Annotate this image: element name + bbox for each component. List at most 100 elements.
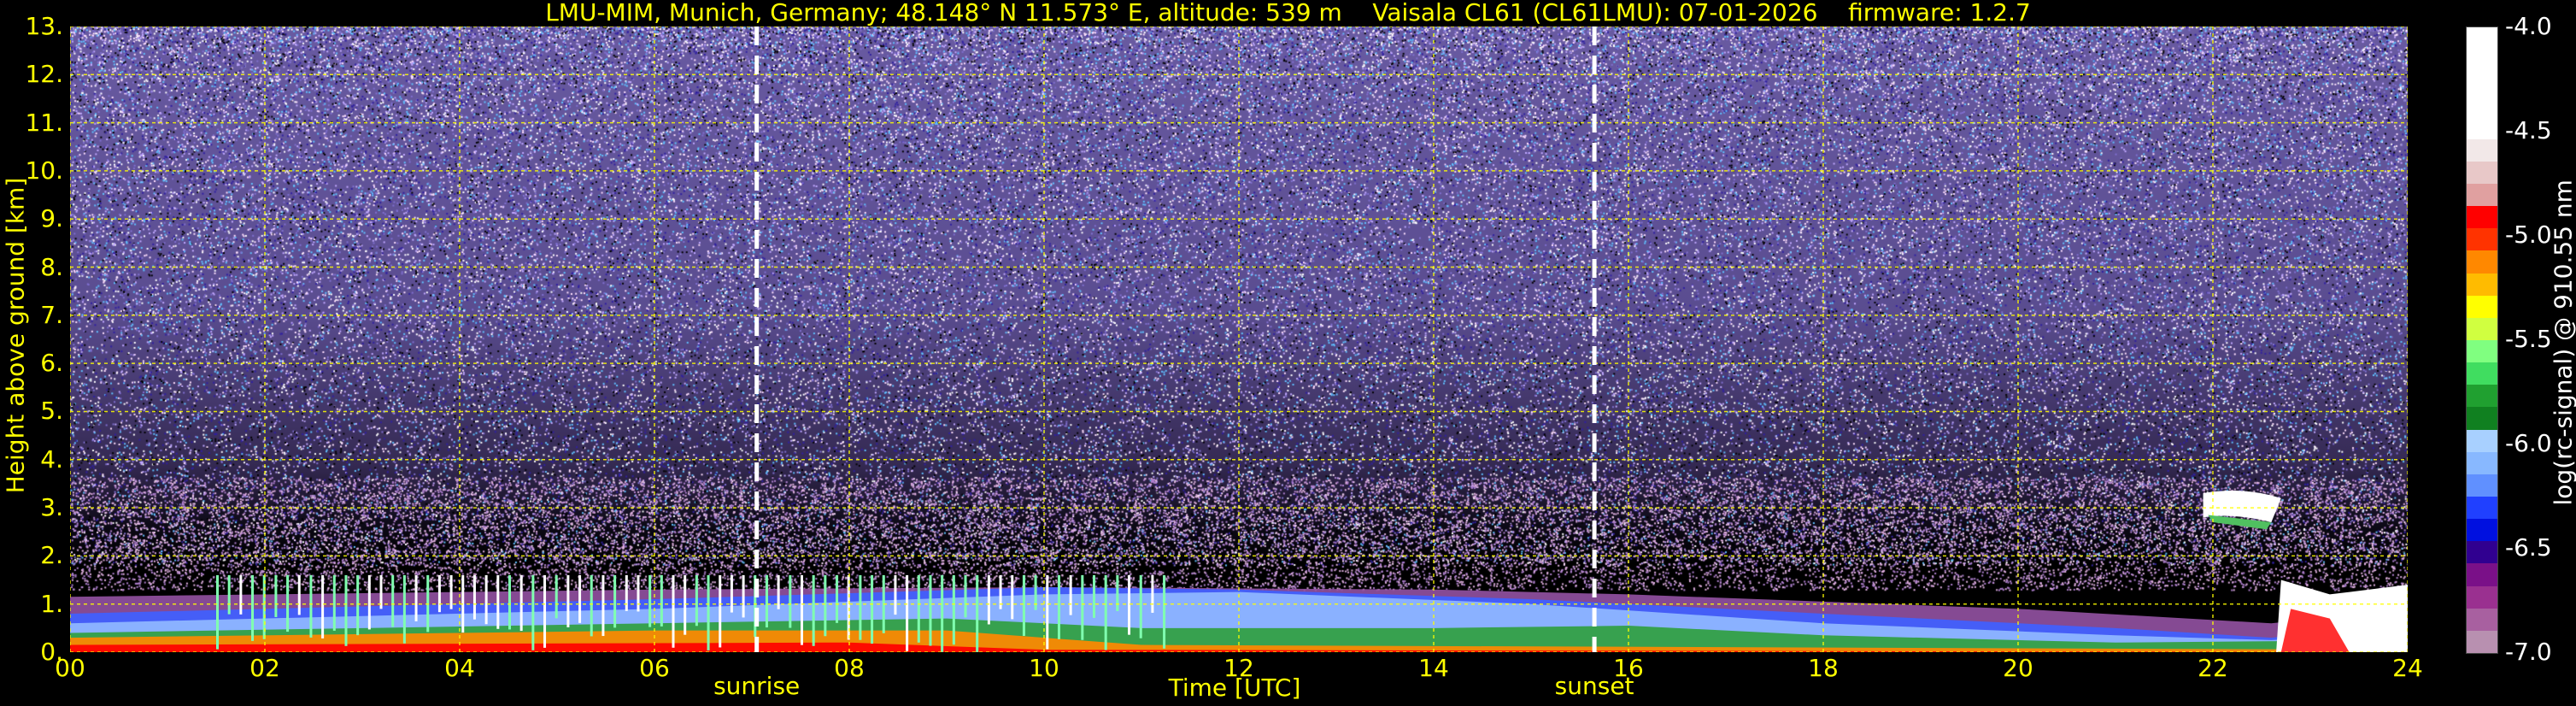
cloud-streak: [660, 574, 663, 627]
colorbar-segment: [2467, 474, 2497, 497]
cloud-streak: [952, 574, 955, 645]
cloud-streak: [484, 574, 488, 625]
cloud-streak: [929, 574, 932, 646]
y-tick-label: 11.: [25, 108, 63, 137]
y-tick-label: 7.: [40, 300, 63, 329]
colorbar-segment: [2467, 451, 2497, 474]
cloud-streak: [613, 574, 617, 628]
colorbar-tick-label: -6.5: [2505, 533, 2552, 562]
cloud-streak: [519, 574, 523, 632]
y-tick-label: 1.: [40, 589, 63, 618]
cloud-streak: [707, 574, 710, 650]
cloud-streak: [274, 574, 278, 617]
cloud-streak: [566, 574, 570, 627]
cloud-streak: [449, 574, 453, 609]
cloud-streak: [344, 574, 348, 646]
colorbar-segment: [2467, 72, 2497, 95]
cloud-streak: [801, 574, 803, 645]
colorbar-tick-label: -6.0: [2505, 429, 2552, 457]
colorbar-segment: [2467, 27, 2497, 50]
cloud-streak: [239, 574, 243, 615]
colorbar-segment: [2467, 385, 2497, 408]
cloud-streak: [730, 574, 733, 613]
cloud-streak: [1081, 574, 1084, 640]
cloud-streak: [789, 574, 792, 628]
y-tick-label: 10.: [25, 156, 63, 185]
cloud-streak: [777, 574, 780, 609]
cloud-streak: [672, 574, 675, 648]
x-tick-label: 04: [444, 654, 475, 682]
cloud-streak: [824, 574, 827, 637]
cloud-streak: [402, 574, 406, 644]
cloud-streak: [1069, 574, 1072, 615]
cloud-streak: [906, 574, 909, 651]
cloud-streak: [496, 574, 500, 629]
cloud-streak: [297, 574, 301, 615]
x-tick-label: 08: [834, 654, 865, 682]
cloud-streak: [1022, 574, 1025, 636]
x-tick-label: 02: [249, 654, 280, 682]
cloud-streak: [1104, 574, 1107, 650]
colorbar-segment: [2467, 250, 2497, 274]
cloud-streak: [1093, 574, 1095, 618]
colorbar-segment: [2467, 206, 2497, 229]
colorbar-tick-label: -4.5: [2505, 116, 2552, 144]
cloud-streak: [742, 574, 745, 618]
cloud-streak: [765, 574, 768, 628]
cloud-streak: [987, 574, 990, 625]
colorbar-tick-label: -7.0: [2505, 638, 2552, 666]
cloud-streak: [414, 574, 418, 621]
colorbar: [2466, 26, 2498, 654]
y-tick-label: 2.: [40, 541, 63, 570]
colorbar-label: log(rc-signal) @ 910.55 nm: [2549, 179, 2576, 506]
sunset-label: sunset: [1554, 672, 1634, 700]
colorbar-segment: [2467, 317, 2497, 340]
cloud-streak: [472, 574, 476, 620]
chart-svg: [70, 26, 2408, 652]
colorbar-segment: [2467, 295, 2497, 318]
cloud-streak: [1057, 574, 1060, 639]
cloud-streak: [695, 574, 698, 627]
cloud-streak: [684, 574, 687, 635]
cloud-streak: [871, 574, 874, 644]
x-tick-label: 20: [2003, 654, 2033, 682]
cloud-streak: [332, 574, 336, 631]
colorbar-segment: [2467, 161, 2497, 184]
cloud-streak: [601, 574, 605, 637]
cloud-streak: [1116, 574, 1119, 611]
cloud-streak: [367, 574, 371, 630]
cloud-streak: [648, 574, 652, 627]
cloud-streak: [1046, 574, 1049, 650]
cloud-streak: [941, 574, 944, 652]
x-tick-label: 18: [1808, 654, 1839, 682]
colorbar-tick-label: -4.0: [2505, 12, 2552, 40]
cloud-streak: [637, 574, 640, 612]
x-tick-label: 14: [1418, 654, 1449, 682]
cloud-streak: [894, 574, 897, 615]
colorbar-segment: [2467, 541, 2497, 564]
cloud-streak: [543, 574, 547, 648]
colorbar-segment: [2467, 273, 2497, 296]
colorbar-segment: [2467, 407, 2497, 430]
cloud-streak: [1034, 574, 1037, 610]
cloud-streak: [976, 574, 979, 652]
cloud-streak: [286, 574, 290, 632]
cloud-streak: [917, 574, 920, 643]
cloud-streak: [309, 574, 313, 638]
chart-title: LMU-MIM, Munich, Germany; 48.148° N 11.5…: [545, 0, 2031, 26]
colorbar-segment: [2467, 519, 2497, 542]
cloud-streak: [836, 574, 839, 623]
colorbar-segment: [2467, 138, 2497, 162]
cloud-streak: [1128, 574, 1131, 635]
y-tick-label: 6.: [40, 349, 63, 378]
colorbar-segment: [2467, 630, 2497, 653]
cloud-streak: [625, 574, 628, 611]
cloud-streak: [964, 574, 967, 618]
colorbar-tick-label: -5.5: [2505, 325, 2552, 353]
colorbar-tick-label: -5.0: [2505, 221, 2552, 249]
cloud-streak: [1139, 574, 1142, 638]
colorbar-segment: [2467, 50, 2497, 73]
cloud-streak: [812, 574, 815, 646]
y-tick-label: 5.: [40, 397, 63, 426]
colorbar-segment: [2467, 183, 2497, 207]
